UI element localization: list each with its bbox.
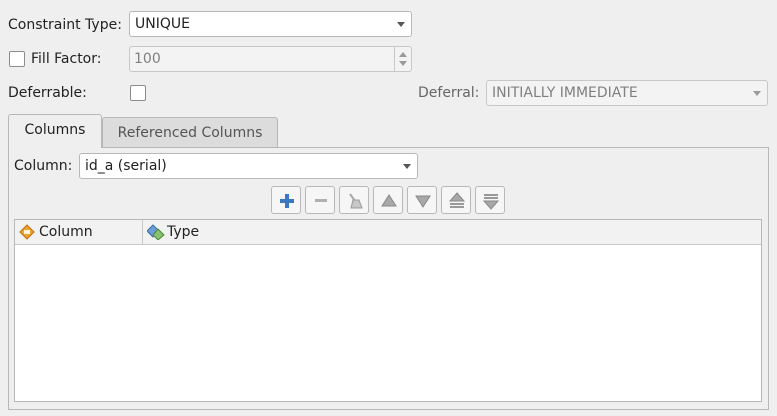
column-header-type-label: Type <box>167 224 200 240</box>
tab-columns-label: Columns <box>24 122 86 138</box>
remove-button[interactable] <box>305 186 335 214</box>
fill-factor-value: 100 <box>134 51 161 67</box>
column-header-type[interactable]: Type <box>143 220 199 244</box>
column-label: Column: <box>14 158 73 174</box>
tab-referenced-columns-label: Referenced Columns <box>117 125 263 141</box>
deferral-combo[interactable]: INITIALLY IMMEDIATE <box>486 80 768 106</box>
spin-down-icon[interactable] <box>399 61 407 66</box>
add-button[interactable] <box>271 186 301 214</box>
tab-referenced-columns[interactable]: Referenced Columns <box>102 117 278 149</box>
move-bottom-button[interactable] <box>475 186 505 214</box>
spin-up-icon[interactable] <box>399 52 407 57</box>
type-icon <box>147 224 165 240</box>
chevron-down-icon <box>397 22 405 27</box>
constraint-type-combo[interactable]: UNIQUE <box>129 11 412 37</box>
fill-factor-label: Fill Factor: <box>31 51 102 67</box>
column-icon <box>19 224 35 240</box>
double-arrow-up-icon <box>448 192 466 208</box>
column-combo[interactable]: id_a (serial) <box>79 153 418 179</box>
broom-icon <box>349 193 363 209</box>
chevron-down-icon <box>753 91 761 96</box>
clear-button[interactable] <box>339 186 369 214</box>
tab-columns[interactable]: Columns <box>8 114 102 148</box>
column-header-column-label: Column <box>39 224 93 240</box>
columns-table[interactable]: Column Type <box>14 219 762 402</box>
deferral-label: Deferral: <box>418 85 480 101</box>
constraint-type-label: Constraint Type: <box>8 17 122 33</box>
arrow-down-icon <box>415 195 431 208</box>
deferral-value: INITIALLY IMMEDIATE <box>492 85 638 101</box>
move-down-button[interactable] <box>407 186 437 214</box>
fill-factor-spinbox[interactable]: 100 <box>129 46 412 72</box>
deferrable-label: Deferrable: <box>8 85 87 101</box>
chevron-down-icon <box>403 164 411 169</box>
spin-buttons[interactable] <box>394 47 411 71</box>
column-header-column[interactable]: Column <box>15 220 143 244</box>
constraint-type-value: UNIQUE <box>135 16 190 32</box>
move-top-button[interactable] <box>441 186 471 214</box>
double-arrow-down-icon <box>482 194 500 210</box>
column-value: id_a (serial) <box>85 158 167 174</box>
move-up-button[interactable] <box>373 186 403 214</box>
fill-factor-checkbox[interactable] <box>9 51 25 67</box>
minus-icon <box>315 199 327 202</box>
arrow-up-icon <box>381 194 397 207</box>
plus-icon <box>280 194 294 208</box>
deferrable-checkbox[interactable] <box>130 85 146 101</box>
table-header: Column Type <box>15 220 761 245</box>
